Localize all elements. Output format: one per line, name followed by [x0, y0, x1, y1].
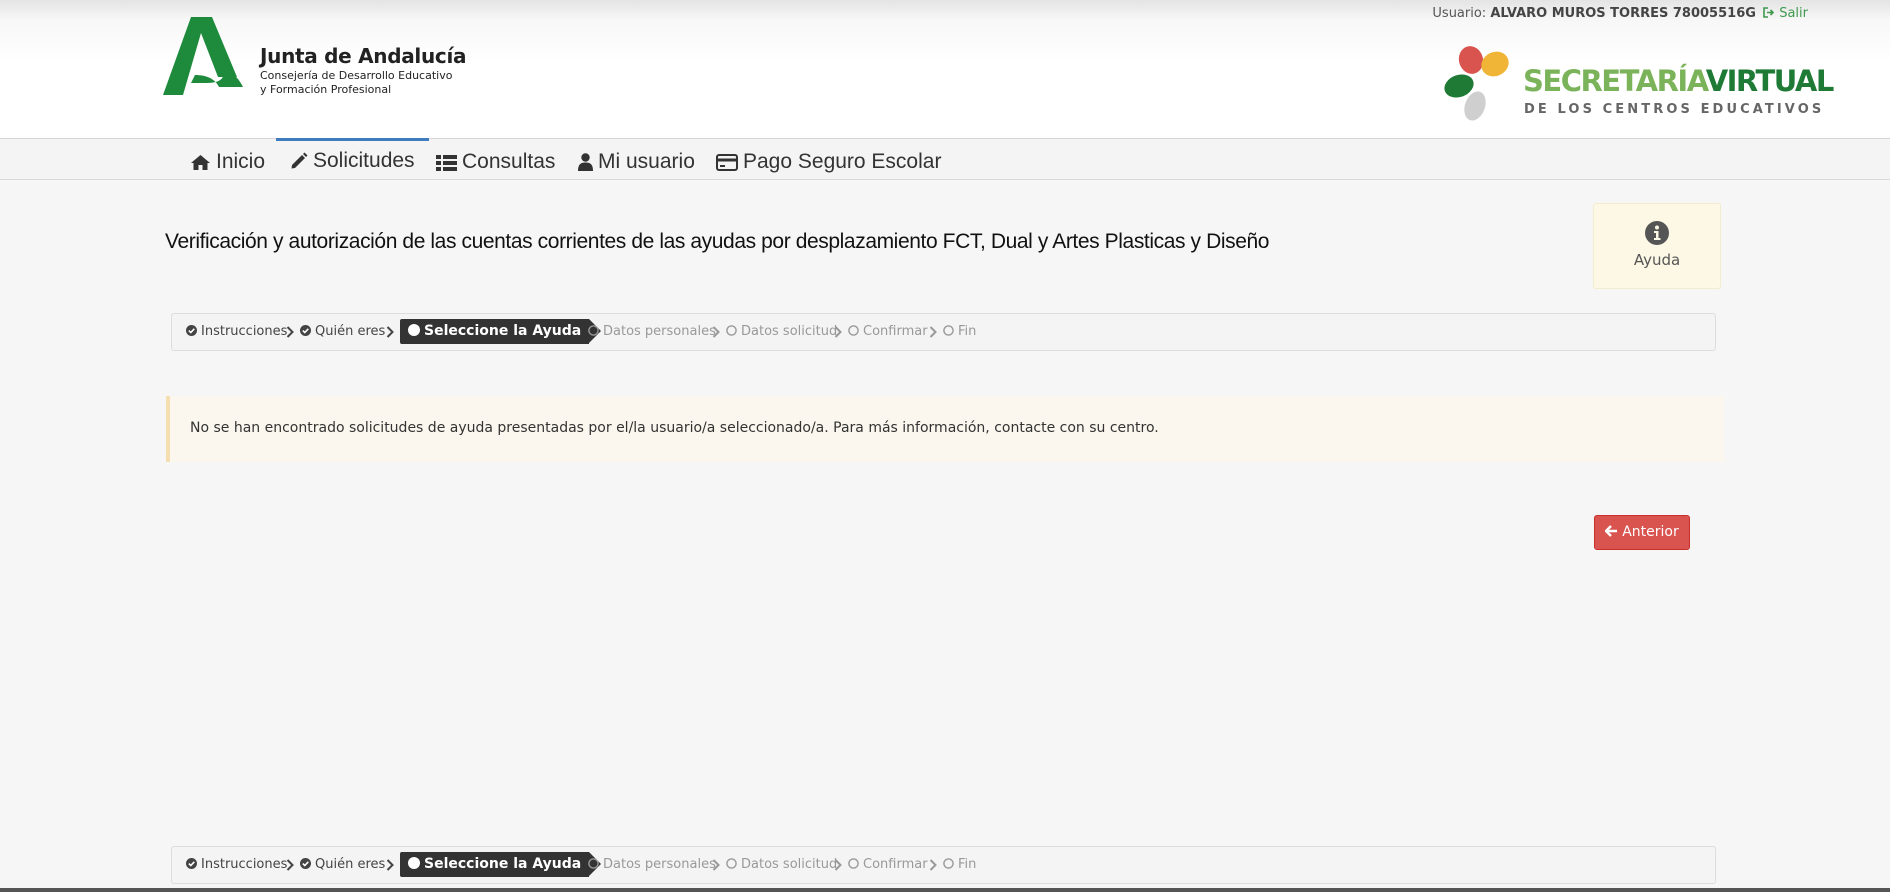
- no-results-alert: No se han encontrado solicitudes de ayud…: [166, 396, 1724, 462]
- user-label: Usuario:: [1432, 6, 1487, 21]
- step-datos-personales: Datos personales: [588, 847, 716, 883]
- nav-item-mi-usuario[interactable]: Mi usuario: [578, 139, 695, 179]
- chevron-right-icon: [712, 326, 720, 338]
- circle-outline-icon: [588, 858, 599, 869]
- app-title: SECRETARÍAVIRTUAL: [1523, 64, 1834, 98]
- circle-outline-icon: [943, 325, 954, 336]
- home-icon: [191, 154, 210, 170]
- circle-outline-icon: [726, 325, 737, 336]
- user-bar: Usuario: ALVARO MUROS TORRES 78005516G S…: [1432, 6, 1808, 21]
- app-subtitle: DE LOS CENTROS EDUCATIVOS: [1524, 102, 1825, 117]
- step-instrucciones: Instrucciones: [186, 314, 287, 350]
- circle-icon: [408, 324, 420, 336]
- page-header: Junta de Andalucía Consejería de Desarro…: [0, 0, 1890, 139]
- arrow-left-icon: [1605, 525, 1618, 537]
- user-icon: [578, 153, 593, 172]
- nav-item-inicio[interactable]: Inicio: [190, 139, 265, 179]
- step-confirmar: Confirmar: [848, 314, 928, 350]
- circle-icon: [408, 857, 420, 869]
- help-button[interactable]: Ayuda: [1593, 203, 1721, 289]
- org-name: Junta de Andalucía: [260, 44, 467, 68]
- chevron-right-icon: [834, 326, 842, 338]
- list-icon: [436, 154, 457, 171]
- step-seleccione-la-ayuda: Seleccione la Ayuda: [400, 319, 602, 344]
- pencil-icon: [291, 152, 308, 169]
- step-datos-solicitud: Datos solicitud: [726, 314, 837, 350]
- step-fin: Fin: [943, 847, 976, 883]
- secretaria-petals-icon: [1444, 46, 1509, 121]
- secretaria-virtual-logo[interactable]: SECRETARÍAVIRTUAL DE LOS CENTROS EDUCATI…: [1443, 46, 1834, 128]
- circle-outline-icon: [943, 858, 954, 869]
- check-circle-icon: [300, 858, 311, 869]
- chevron-right-icon: [386, 326, 394, 338]
- check-circle-icon: [186, 325, 197, 336]
- help-label: Ayuda: [1633, 251, 1681, 269]
- page-title: Verificación y autorización de las cuent…: [165, 230, 1270, 253]
- logout-link[interactable]: Salir: [1763, 6, 1808, 21]
- chevron-right-icon: [386, 859, 394, 871]
- wizard-steps-top: Instrucciones Quién eres Seleccione la A…: [171, 313, 1716, 351]
- circle-outline-icon: [848, 325, 859, 336]
- check-circle-icon: [186, 858, 197, 869]
- circle-outline-icon: [848, 858, 859, 869]
- nav-item-pago-seguro-escolar[interactable]: Pago Seguro Escolar: [716, 139, 941, 179]
- step-confirmar: Confirmar: [848, 847, 928, 883]
- alert-message: No se han encontrado solicitudes de ayud…: [190, 420, 1159, 436]
- step-quien-eres: Quién eres: [300, 847, 385, 883]
- main-nav: Inicio Solicitudes Consultas Mi usuario …: [0, 138, 1890, 181]
- junta-andalucia-emblem-icon: [163, 17, 243, 95]
- step-datos-solicitud: Datos solicitud: [726, 847, 837, 883]
- circle-outline-icon: [726, 858, 737, 869]
- window-bottom-edge: [0, 888, 1890, 892]
- step-instrucciones: Instrucciones: [186, 847, 287, 883]
- circle-outline-icon: [588, 325, 599, 336]
- chevron-right-icon: [834, 859, 842, 871]
- step-datos-personales: Datos personales: [588, 314, 716, 350]
- org-subtitle: Consejería de Desarrollo Educativo y For…: [260, 69, 453, 96]
- previous-button[interactable]: Anterior: [1594, 515, 1690, 550]
- user-name: ALVARO MUROS TORRES 78005516G: [1490, 6, 1756, 21]
- step-seleccione-la-ayuda: Seleccione la Ayuda: [400, 852, 602, 877]
- chevron-right-icon: [929, 859, 937, 871]
- chevron-right-icon: [712, 859, 720, 871]
- nav-item-solicitudes[interactable]: Solicitudes: [276, 138, 429, 181]
- check-circle-icon: [300, 325, 311, 336]
- nav-item-consultas[interactable]: Consultas: [436, 139, 555, 179]
- chevron-right-icon: [286, 326, 294, 338]
- wizard-steps-bottom: Instrucciones Quién eres Seleccione la A…: [171, 846, 1716, 884]
- info-circle-icon: [1645, 221, 1669, 245]
- credit-card-icon: [716, 153, 738, 171]
- step-fin: Fin: [943, 314, 976, 350]
- junta-andalucia-logo[interactable]: Junta de Andalucía Consejería de Desarro…: [163, 17, 467, 99]
- chevron-right-icon: [929, 326, 937, 338]
- step-quien-eres: Quién eres: [300, 314, 385, 350]
- chevron-right-icon: [286, 859, 294, 871]
- sign-out-icon: [1763, 7, 1775, 18]
